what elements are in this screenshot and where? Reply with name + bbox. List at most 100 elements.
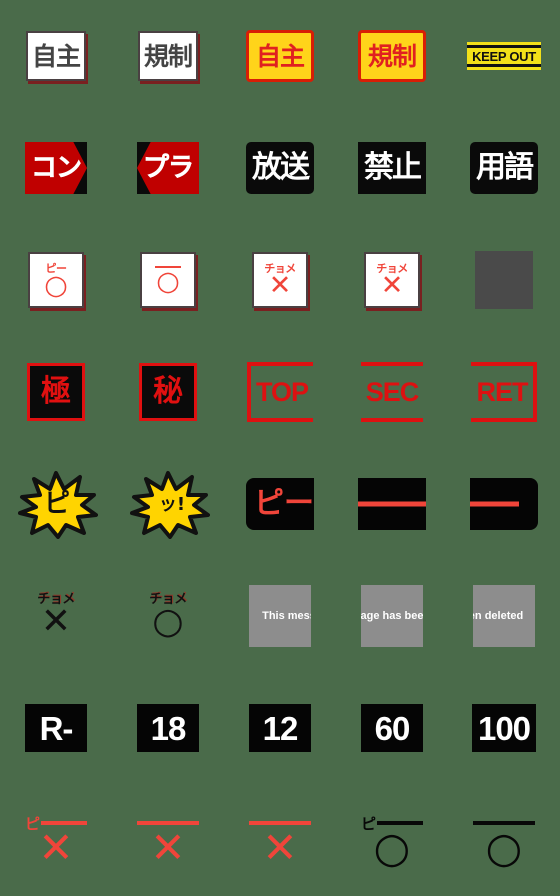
emoji-cell-deleted-2[interactable]: age has bee — [336, 560, 448, 672]
chome-circle-plain[interactable]: チョメ ○ — [133, 581, 203, 651]
emoji-cell-rating-60[interactable]: 60 — [336, 672, 448, 784]
beep-top-group: ピ — [25, 815, 87, 831]
emoji-cell-chome-cross[interactable]: チョメ ✕ — [0, 560, 112, 672]
emoji-cell-pura[interactable]: プラ — [112, 112, 224, 224]
emoji-cell-chome-batsu-2[interactable]: チョメ ✕ — [336, 224, 448, 336]
emoji-cell-kisei-white[interactable]: 規制 — [112, 0, 224, 112]
jishu-white-box[interactable]: 自主 — [26, 31, 86, 81]
emoji-cell-stamp-ret[interactable]: RET — [448, 336, 560, 448]
bare-bar-cross-red[interactable]: ✕ — [240, 804, 320, 876]
beep-bar-middle[interactable] — [358, 478, 426, 530]
kisei-yellow-label: 規制 — [367, 41, 417, 71]
yougo-black-box[interactable]: 用語 — [470, 142, 538, 194]
emoji-cell-jishu-yellow[interactable]: 自主 — [224, 0, 336, 112]
emoji-cell-stamp-sec[interactable]: SEC — [336, 336, 448, 448]
cross-mark: ✕ — [262, 822, 298, 872]
stamp-top[interactable]: TOP — [247, 362, 313, 422]
emoji-cell-hi[interactable]: 秘 — [112, 336, 224, 448]
housou-black-box[interactable]: 放送 — [246, 142, 314, 194]
yellow-burst-tsu[interactable]: ッ! — [126, 469, 210, 539]
rating-badge-100[interactable]: 100 — [471, 704, 537, 752]
kon-chevron-badge[interactable]: コン — [25, 142, 87, 194]
cross-mark: ✕ — [380, 269, 404, 301]
emoji-grid: 自主 規制 自主 規制 KEEP OUT コン プラ 放送 禁止 用語 ピー ○… — [0, 0, 560, 896]
emoji-cell-goku[interactable]: 極 — [0, 336, 112, 448]
stamp-sec[interactable]: SEC — [361, 362, 423, 422]
hi-secret-badge[interactable]: 秘 — [139, 363, 197, 421]
emoji-cell-stamp-top[interactable]: TOP — [224, 336, 336, 448]
emoji-cell-jishu-white[interactable]: 自主 — [0, 0, 112, 112]
bare-bar-circle-black[interactable]: ○ — [464, 804, 544, 876]
stamp-ret[interactable]: RET — [471, 362, 537, 422]
yougo-label: 用語 — [476, 150, 534, 185]
emoji-cell-bare-bar-cross-1[interactable]: ✕ — [112, 784, 224, 896]
emoji-cell-rating-r[interactable]: R- — [0, 672, 112, 784]
rating-badge-60[interactable]: 60 — [361, 704, 423, 752]
beep-top-group — [249, 815, 311, 831]
emoji-cell-beep-bar-mid[interactable] — [336, 448, 448, 560]
kisei-white-label: 規制 — [143, 41, 193, 71]
pi-circle-censor-box[interactable]: ピー ○ — [28, 252, 84, 308]
chome-cross-censor-box[interactable]: チョメ ✕ — [252, 252, 308, 308]
chome-cross-plain[interactable]: チョメ ✕ — [21, 581, 91, 651]
emoji-cell-bare-pi-cross[interactable]: ピ ✕ — [0, 784, 112, 896]
emoji-cell-burst-tsu[interactable]: ッ! — [112, 448, 224, 560]
beep-top-group — [473, 815, 535, 831]
circle-mark: ○ — [156, 266, 180, 298]
emoji-cell-bar-maru[interactable]: ○ — [112, 224, 224, 336]
bare-pi-circle-black[interactable]: ピ ○ — [352, 804, 432, 876]
emoji-cell-pi-maru[interactable]: ピー ○ — [0, 224, 112, 336]
deleted-message-part-2[interactable]: age has bee — [361, 585, 423, 647]
solid-gray-square[interactable] — [475, 251, 533, 309]
emoji-cell-rating-12[interactable]: 12 — [224, 672, 336, 784]
pi-label: ピ — [25, 814, 41, 833]
emoji-cell-keep-out[interactable]: KEEP OUT — [448, 0, 560, 112]
emoji-cell-rating-100[interactable]: 100 — [448, 672, 560, 784]
emoji-cell-beep-pi-box[interactable]: ピー — [224, 448, 336, 560]
kisei-yellow-box[interactable]: 規制 — [358, 30, 426, 82]
bare-pi-cross-red[interactable]: ピ ✕ — [16, 804, 96, 876]
emoji-cell-deleted-1[interactable]: This mess — [224, 560, 336, 672]
circle-mark: ○ — [373, 822, 411, 872]
deleted-text-2: age has bee — [361, 609, 423, 622]
emoji-cell-kinshi[interactable]: 禁止 — [336, 112, 448, 224]
beep-line — [470, 501, 519, 507]
emoji-cell-housou[interactable]: 放送 — [224, 112, 336, 224]
pi-label: ピ — [361, 814, 377, 833]
emoji-cell-deleted-3[interactable]: en deleted — [448, 560, 560, 672]
chome-cross-censor-box[interactable]: チョメ ✕ — [364, 252, 420, 308]
emoji-cell-chome-circle[interactable]: チョメ ○ — [112, 560, 224, 672]
keep-out-tape[interactable]: KEEP OUT — [467, 42, 541, 70]
rating-badge-18[interactable]: 18 — [137, 704, 199, 752]
emoji-cell-chome-batsu-1[interactable]: チョメ ✕ — [224, 224, 336, 336]
jishu-yellow-box[interactable]: 自主 — [246, 30, 314, 82]
deleted-text-3: en deleted — [473, 609, 524, 622]
burst-pi-label: ピ — [43, 489, 70, 519]
emoji-cell-beep-bar-end[interactable] — [448, 448, 560, 560]
emoji-cell-rating-18[interactable]: 18 — [112, 672, 224, 784]
yellow-burst-pi[interactable]: ピ — [14, 469, 98, 539]
pura-chevron-badge[interactable]: プラ — [137, 142, 199, 194]
emoji-cell-kisei-yellow[interactable]: 規制 — [336, 0, 448, 112]
deleted-message-part-1[interactable]: This mess — [249, 585, 311, 647]
emoji-cell-gray-square[interactable] — [448, 224, 560, 336]
beep-line — [358, 501, 426, 507]
deleted-message-part-3[interactable]: en deleted — [473, 585, 535, 647]
emoji-cell-bare-bar-cross-2[interactable]: ✕ — [224, 784, 336, 896]
rating-badge-r[interactable]: R- — [25, 704, 87, 752]
beep-bar-end[interactable] — [470, 478, 538, 530]
jishu-white-label: 自主 — [31, 41, 81, 71]
goku-secret-badge[interactable]: 極 — [27, 363, 85, 421]
kisei-white-box[interactable]: 規制 — [138, 31, 198, 81]
circle-mark: ○ — [152, 601, 184, 643]
bare-bar-cross-red[interactable]: ✕ — [128, 804, 208, 876]
emoji-cell-yougo[interactable]: 用語 — [448, 112, 560, 224]
bar-circle-censor-box[interactable]: ○ — [140, 252, 196, 308]
beep-bar-pi-box[interactable]: ピー — [246, 478, 314, 530]
emoji-cell-bare-pi-circle[interactable]: ピ ○ — [336, 784, 448, 896]
rating-badge-12[interactable]: 12 — [249, 704, 311, 752]
emoji-cell-burst-pi[interactable]: ピ — [0, 448, 112, 560]
emoji-cell-kon[interactable]: コン — [0, 112, 112, 224]
kinshi-black-box[interactable]: 禁止 — [358, 142, 426, 194]
emoji-cell-bare-bar-circle[interactable]: ○ — [448, 784, 560, 896]
